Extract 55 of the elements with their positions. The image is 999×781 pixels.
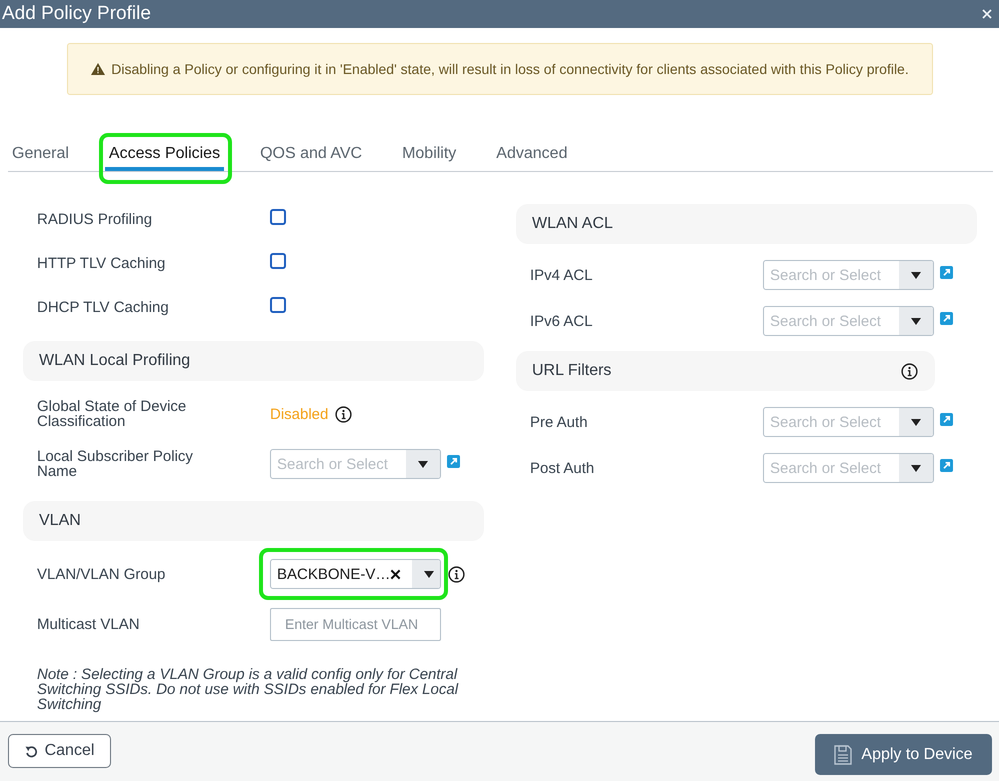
- warning-text: Disabling a Policy or configuring it in 'Enabled' state, will result in loss of connectivity for clients associated with this Policy profile.: [111, 61, 909, 77]
- field-label: Multicast VLAN: [37, 616, 141, 632]
- caret-icon: [418, 460, 428, 468]
- caret-icon: [911, 418, 921, 426]
- window-title: Add Policy Profile: [2, 3, 151, 25]
- dropdown-button[interactable]: [899, 307, 933, 335]
- caret-icon: [424, 570, 434, 578]
- dropdown-button[interactable]: [412, 560, 440, 588]
- clear-icon[interactable]: [390, 568, 402, 580]
- close-icon[interactable]: [982, 9, 992, 19]
- field-label: Global State of Device Classification: [37, 399, 188, 429]
- section-title: URL Filters: [532, 362, 612, 380]
- info-icon[interactable]: [335, 406, 352, 422]
- dropdown-button[interactable]: [899, 408, 933, 436]
- tab[interactable]: Mobility: [398, 140, 460, 171]
- field-label: Post Auth: [530, 460, 596, 476]
- caret-icon: [911, 272, 921, 278]
- external-link-icon[interactable]: [447, 454, 460, 468]
- field-label: IPv4 ACL: [530, 268, 594, 282]
- undo-icon: [24, 744, 38, 758]
- field-label: IPv6 ACL: [530, 314, 594, 328]
- info-icon[interactable]: [448, 566, 465, 582]
- field-label: DHCP TLV Caching: [37, 300, 170, 314]
- status-value: Disabled: [270, 406, 328, 422]
- note-text: Note : Selecting a VLAN Group is a valid config only for Central Switching SSIDs. Do not use with SSIDs enabled for Flex Local Switching: [36, 667, 460, 712]
- caret-icon: [911, 464, 921, 472]
- tab[interactable]: QOS and AVC: [256, 140, 366, 171]
- select-field[interactable]: BACKBONE-V…: [270, 559, 441, 589]
- external-link-icon[interactable]: [940, 412, 953, 426]
- caret-icon: [911, 318, 921, 324]
- checkbox[interactable]: [270, 296, 286, 312]
- field-label: RADIUS Profiling: [37, 212, 154, 226]
- section-title: VLAN: [39, 512, 81, 530]
- dropdown-button[interactable]: [899, 261, 933, 289]
- checkbox[interactable]: [270, 208, 286, 224]
- field-label: Pre Auth: [530, 414, 589, 430]
- field-label: VLAN/VLAN Group: [37, 566, 166, 582]
- field-label: Local Subscriber Policy Name: [37, 449, 194, 479]
- checkbox[interactable]: [270, 252, 286, 268]
- external-link-icon[interactable]: [940, 266, 953, 278]
- dropdown-button[interactable]: [899, 454, 933, 482]
- cancel-button[interactable]: Cancel: [8, 734, 111, 768]
- apply-button[interactable]: Apply to Device: [815, 734, 992, 775]
- warning-icon: [91, 63, 106, 75]
- external-link-icon[interactable]: [940, 458, 953, 472]
- external-link-icon[interactable]: [940, 312, 953, 324]
- input-field[interactable]: Enter Multicast VLAN: [270, 608, 441, 640]
- tab[interactable]: Access Policies: [104, 140, 224, 171]
- section-title: WLAN ACL: [532, 215, 613, 233]
- info-icon[interactable]: [901, 362, 918, 380]
- tab[interactable]: General: [8, 140, 73, 171]
- section-title: WLAN Local Profiling: [39, 352, 190, 370]
- field-label: HTTP TLV Caching: [37, 256, 166, 270]
- tab[interactable]: Advanced: [492, 140, 572, 171]
- dropdown-button[interactable]: [406, 450, 440, 478]
